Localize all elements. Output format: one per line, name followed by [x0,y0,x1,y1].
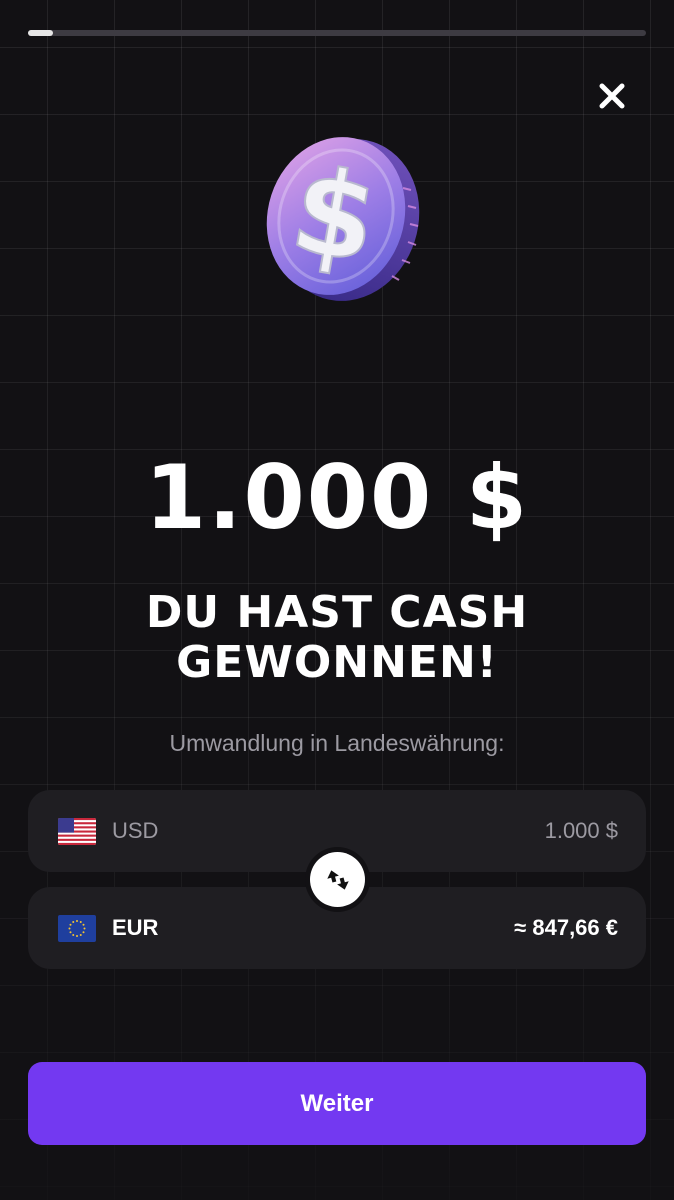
eu-flag-icon [58,914,96,942]
currency-code-usd: USD [112,818,159,843]
currency-value-eur: ≈ 847,66 € [514,915,618,940]
close-icon [599,83,625,109]
headline-line-1: DU HAST CASH [145,587,529,638]
close-button[interactable] [592,76,632,116]
continue-button[interactable]: Weiter [28,1062,646,1145]
reward-headline: DU HAST CASH GEWONNEN! [40,588,634,688]
swap-currency-button[interactable] [310,852,365,907]
headline-line-2: GEWONNEN! [176,637,498,688]
swap-arrows-icon [326,869,349,890]
us-flag-icon [58,817,96,845]
progress-bar-fill [28,30,53,36]
currency-code-eur: EUR [112,915,159,940]
currency-value-usd: 1.000 $ [544,818,618,843]
reward-amount: 1.000 $ [144,446,530,549]
dollar-coin-icon: $ [266,137,420,301]
progress-bar [28,30,646,36]
conversion-label: Umwandlung in Landeswährung: [169,730,505,756]
